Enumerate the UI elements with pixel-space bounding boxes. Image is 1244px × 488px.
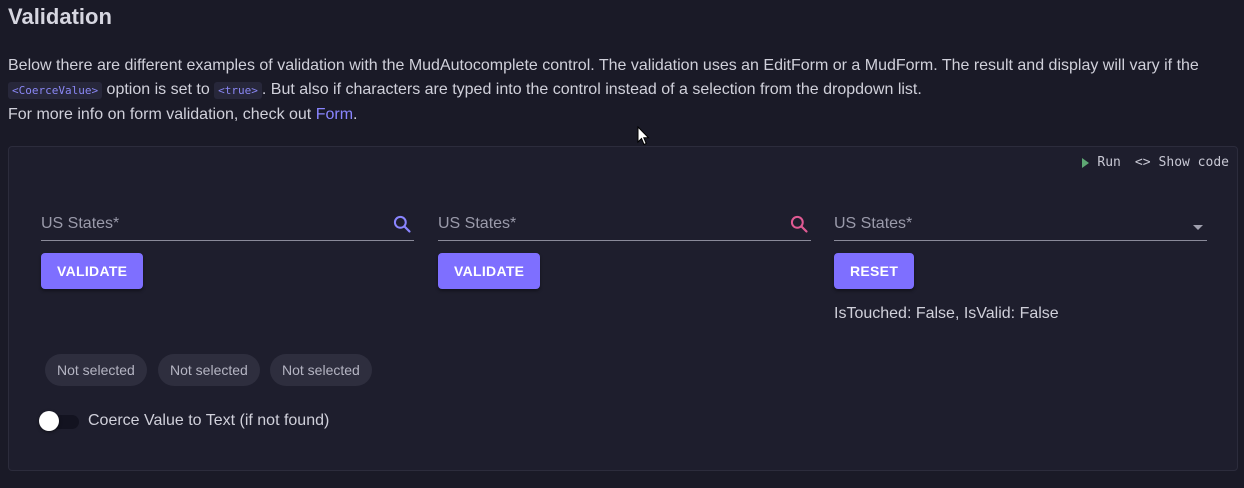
search-icon[interactable]: [789, 214, 809, 239]
run-button[interactable]: Run: [1082, 155, 1121, 170]
us-states-autocomplete-2[interactable]: US States*: [438, 205, 811, 241]
validate-button-1[interactable]: VALIDATE: [41, 253, 144, 289]
true-code: <true>: [214, 82, 262, 99]
chip-selection-3[interactable]: Not selected: [270, 354, 372, 386]
section-title: Validation: [8, 4, 112, 29]
example-card: Run <> Show code US States* VALIDATE US …: [8, 146, 1238, 471]
code-icon: <>: [1134, 155, 1151, 170]
validate-button-2[interactable]: VALIDATE: [438, 253, 541, 289]
reset-button[interactable]: RESET: [834, 253, 915, 289]
chip-selection-1[interactable]: Not selected: [45, 354, 147, 386]
description: Below there are different examples of va…: [8, 54, 1236, 127]
play-icon: [1082, 157, 1090, 168]
show-code-label: Show code: [1158, 155, 1229, 170]
arrow-drop-down-icon[interactable]: [1191, 219, 1205, 237]
field-label: US States*: [41, 215, 120, 232]
chip-selection-2[interactable]: Not selected: [158, 354, 260, 386]
description-text-3: . But also if characters are typed into …: [261, 81, 922, 98]
run-label: Run: [1097, 155, 1121, 170]
search-icon[interactable]: [392, 214, 412, 239]
info-prefix: For more info on form validation, check …: [8, 106, 316, 123]
us-states-autocomplete-1[interactable]: US States*: [41, 205, 414, 241]
description-text-1: Below there are different examples of va…: [8, 57, 1199, 74]
us-states-select[interactable]: US States*: [834, 205, 1207, 241]
switch-thumb: [39, 411, 59, 431]
form-link[interactable]: Form: [316, 106, 353, 123]
example-toolbar: Run <> Show code: [1082, 155, 1229, 170]
coerce-value-switch[interactable]: [39, 411, 79, 431]
coerce-value-code: <CoerceValue>: [8, 82, 103, 99]
switch-label: Coerce Value to Text (if not found): [88, 412, 330, 429]
field-label: US States*: [834, 215, 913, 232]
info-suffix: .: [353, 106, 358, 123]
description-text-2: option is set to: [102, 81, 215, 98]
show-code-button[interactable]: <> Show code: [1135, 155, 1229, 170]
field-label: US States*: [438, 215, 517, 232]
mouse-cursor-icon: [637, 125, 650, 151]
status-text: IsTouched: False, IsValid: False: [834, 305, 1059, 322]
